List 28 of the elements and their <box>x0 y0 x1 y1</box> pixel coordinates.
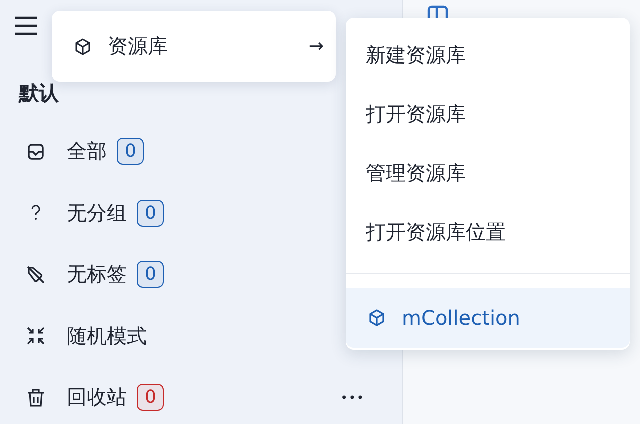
library-name: mCollection <box>402 306 520 330</box>
sidebar-item[interactable]: 无标签 <box>67 261 127 288</box>
menu-item[interactable]: 打开资源库位置 <box>346 203 630 262</box>
menu-icon[interactable] <box>14 16 38 36</box>
library-menu-item[interactable]: 资源库 → <box>52 11 336 82</box>
sidebar-item[interactable]: 全部 <box>67 138 107 166</box>
menu-item[interactable]: 打开资源库 <box>346 85 630 144</box>
count-badge: 0 <box>137 261 164 288</box>
submenu-arrow: → <box>308 36 324 57</box>
menu-item[interactable]: 新建资源库 <box>346 26 630 85</box>
count-badge: 0 <box>137 200 164 227</box>
inbox-icon <box>27 142 45 161</box>
trash-icon <box>27 388 45 408</box>
cube-icon <box>368 309 386 327</box>
sidebar-item[interactable]: 回收站 <box>67 384 127 412</box>
library-item[interactable]: mCollection <box>346 288 630 348</box>
cube-icon <box>74 38 92 56</box>
count-badge: 0 <box>117 138 144 166</box>
tag-off-icon <box>26 264 46 285</box>
menu-item[interactable]: 管理资源库 <box>346 144 630 203</box>
sidebar-item[interactable]: 随机模式 <box>67 322 147 350</box>
count-badge: 0 <box>137 384 164 412</box>
arrows-inward-icon <box>26 326 46 346</box>
question-icon <box>31 205 41 222</box>
menu-label: 资源库 <box>108 33 168 60</box>
more-button[interactable]: ••• <box>340 390 365 405</box>
section-title: 默认 <box>19 80 59 107</box>
sidebar-item[interactable]: 无分组 <box>67 200 127 227</box>
